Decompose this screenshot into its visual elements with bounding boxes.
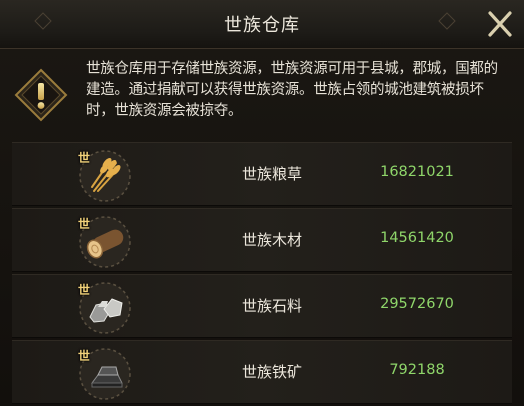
warehouse-panel: 世族仓库 世族仓库用于存储世族资源，世族资源可用于县城，郡城，国都的建造。通过捐… — [0, 0, 524, 406]
resource-name: 世族粮草 — [241, 165, 302, 183]
resource-value: 29572670 — [380, 296, 454, 312]
title-ornament-icon — [438, 12, 456, 30]
clan-badge: 世 — [78, 151, 91, 165]
resource-name: 世族铁矿 — [241, 363, 302, 381]
resource-name: 世族石料 — [241, 297, 302, 315]
warning-exclamation-icon — [14, 68, 68, 122]
resource-row-stone: 世 世族石料 29572670 — [12, 274, 512, 338]
resource-row-grain: 世 世族粮草 16821021 — [12, 142, 512, 206]
clan-badge: 世 — [78, 283, 91, 297]
resource-value: 16821021 — [380, 164, 454, 180]
clan-badge: 世 — [78, 217, 91, 231]
notice-box: 世族仓库用于存储世族资源，世族资源可用于县城，郡城，国都的建造。通过捐献可以获得… — [14, 58, 510, 128]
resource-value: 14561420 — [380, 230, 454, 246]
resource-row-wood: 世 世族木材 14561420 — [12, 208, 512, 272]
resource-name: 世族木材 — [241, 231, 302, 249]
resource-value: 792188 — [389, 362, 445, 378]
resource-list: 世 世族粮草 16821021 世 世族木材 14561420 世 世族石料 2… — [12, 142, 512, 406]
notice-text: 世族仓库用于存储世族资源，世族资源可用于县城，郡城，国都的建造。通过捐献可以获得… — [86, 61, 498, 119]
clan-badge: 世 — [78, 349, 91, 363]
title-bar: 世族仓库 — [0, 0, 524, 49]
close-button[interactable] — [482, 7, 518, 41]
resource-row-iron: 世 世族铁矿 792188 — [12, 340, 512, 404]
close-x-icon[interactable] — [482, 7, 518, 41]
